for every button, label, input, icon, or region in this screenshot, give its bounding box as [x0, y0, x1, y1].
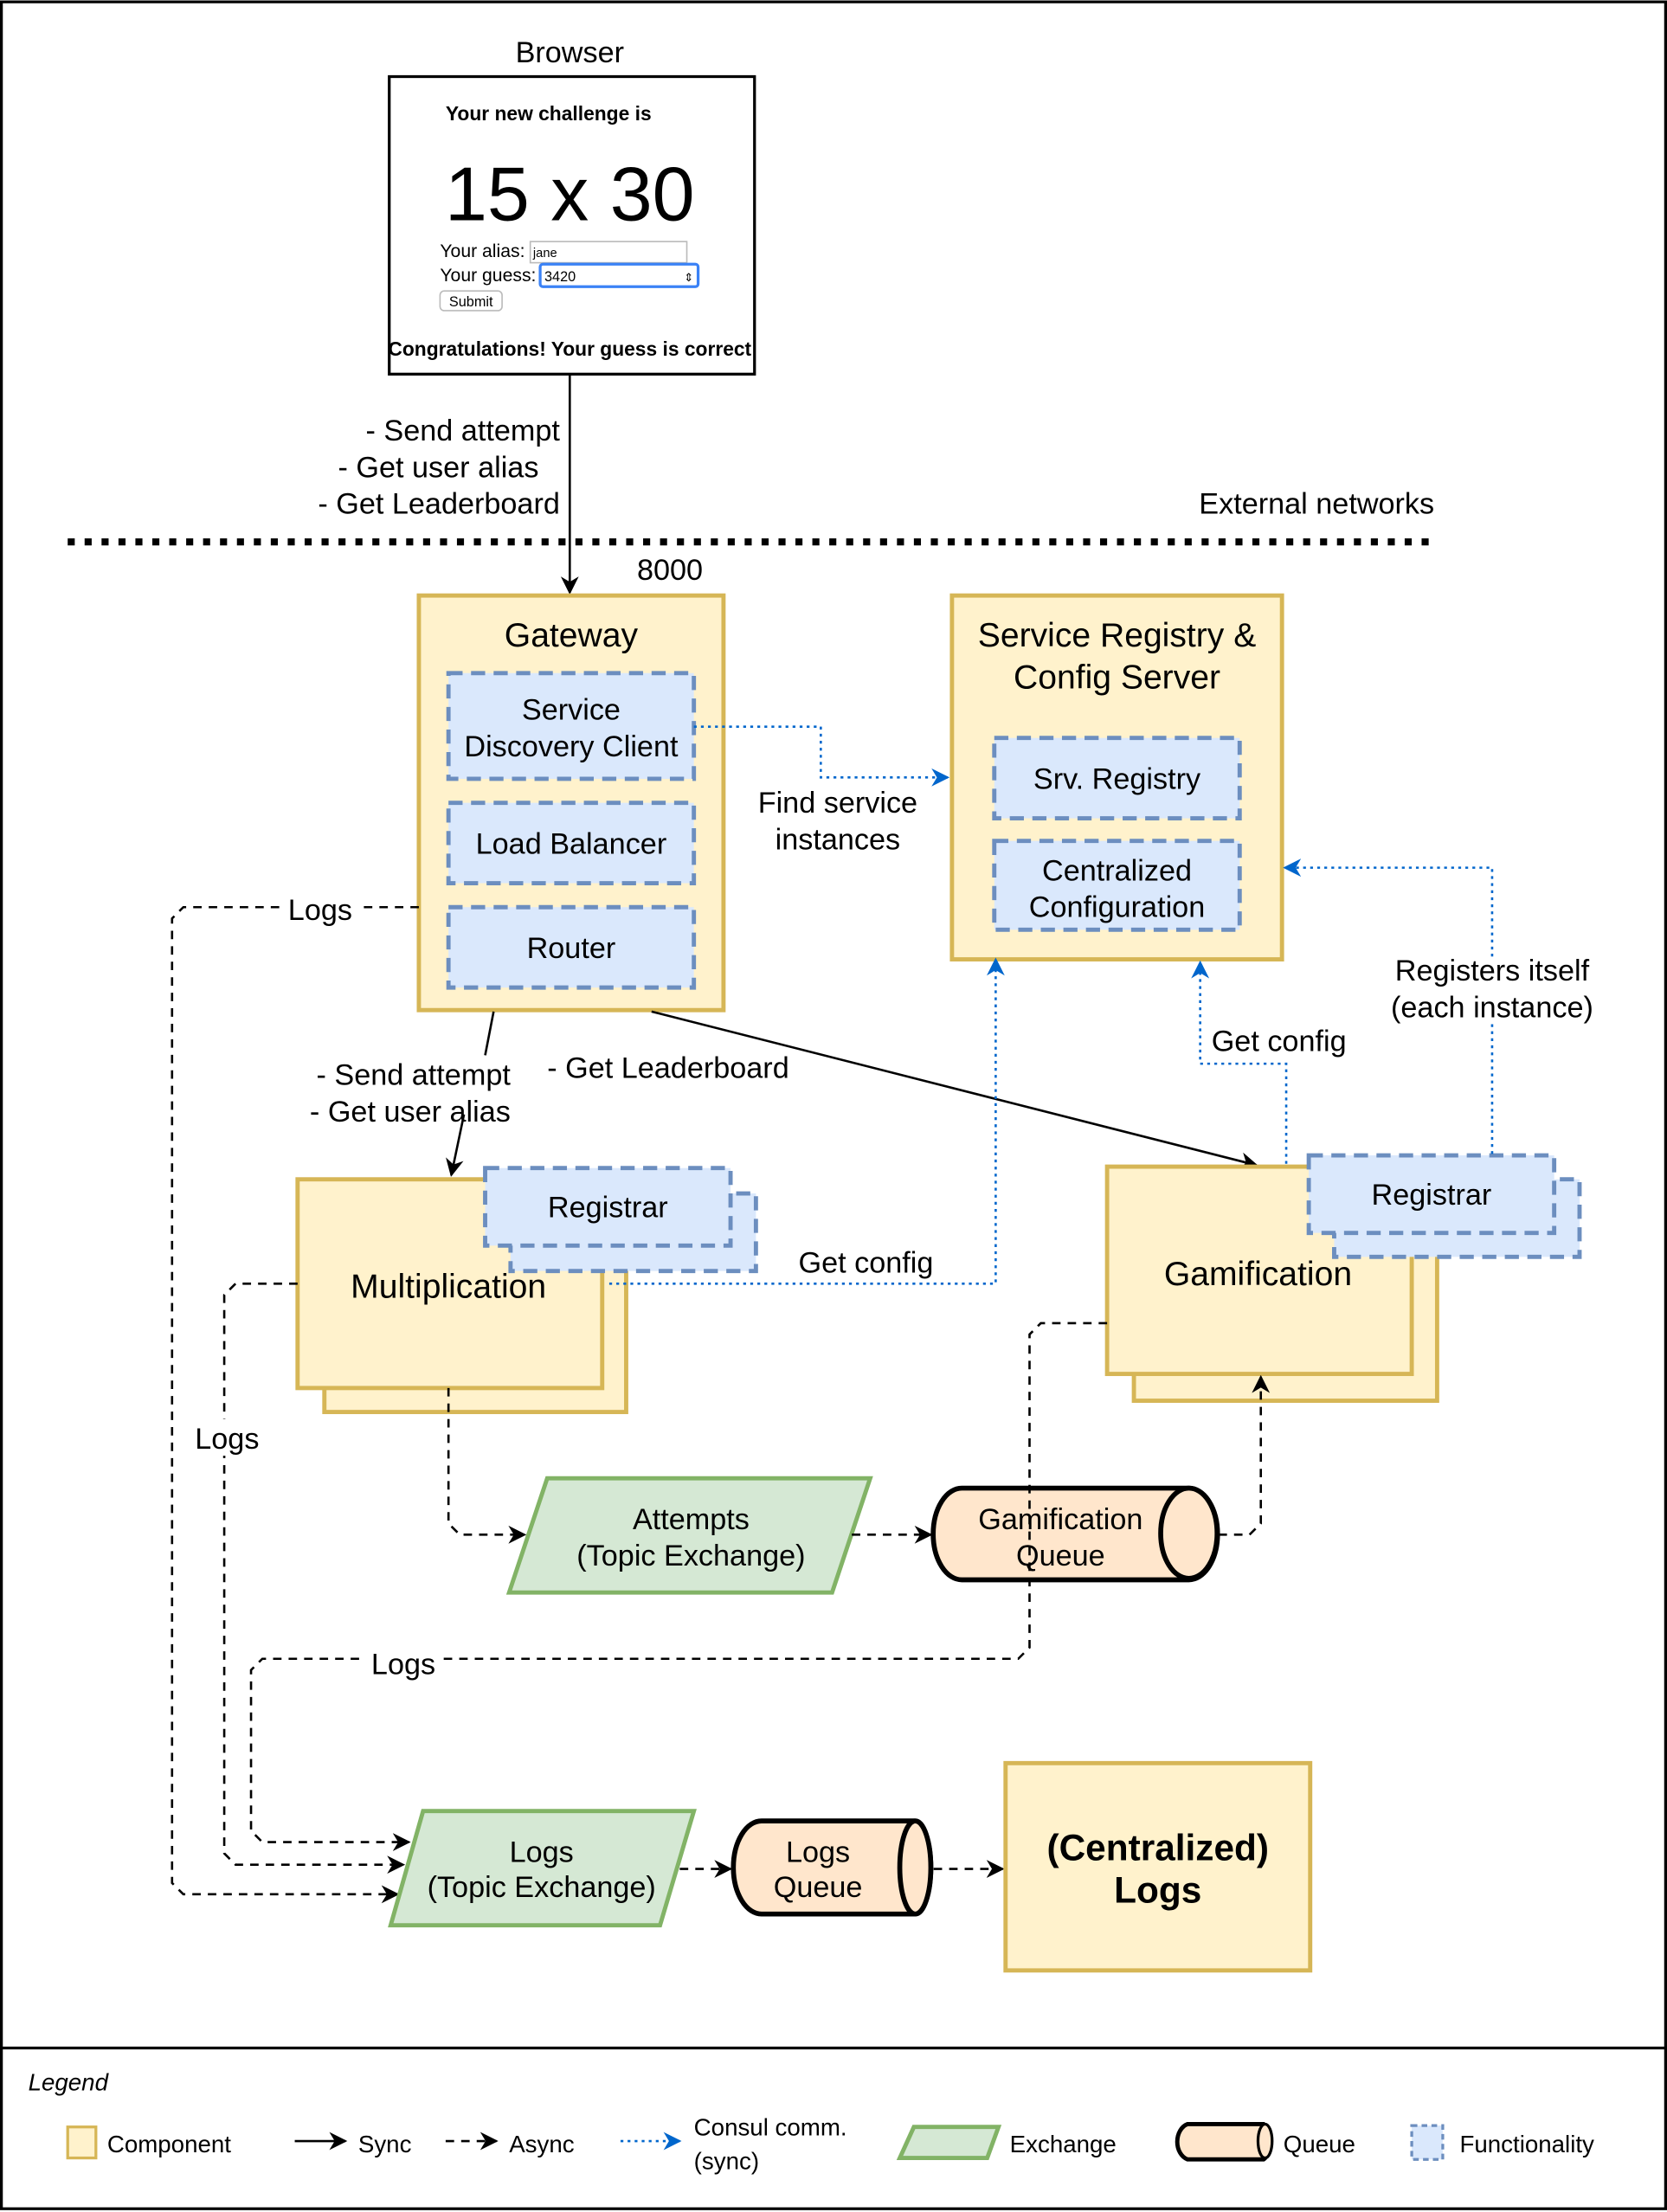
service-discovery-label-2: Discovery Client: [464, 730, 679, 763]
central-config-label-1: Centralized: [1042, 854, 1192, 887]
attempts-label-1: Attempts: [633, 1503, 750, 1536]
guess-label: Your guess:: [440, 266, 536, 286]
edge-find-service: [693, 725, 950, 787]
legend-exchange-swatch: [896, 2125, 1002, 2161]
router-label: Router: [527, 932, 616, 965]
gamification-queue-label-1: Gamification: [978, 1503, 1142, 1536]
result-message: Congratulations! Your guess is correct: [388, 338, 751, 360]
submit-button-label: Submit: [449, 294, 493, 310]
challenge-value: 15 x 30: [445, 151, 695, 237]
registers-label-1: Registers itself: [1395, 955, 1590, 987]
port-label: 8000: [637, 554, 703, 587]
central-logs-label-2: Logs: [1114, 1870, 1201, 1911]
legend-functionality-swatch: [1410, 2124, 1445, 2161]
edge-label-leaderboard: - Get Leaderboard: [547, 1051, 789, 1084]
gateway-logs-label: Logs: [288, 894, 352, 927]
legend-consul-1: Consul comm.: [694, 2113, 847, 2140]
guess-value: 3420: [544, 269, 576, 285]
load-balancer-label: Load Balancer: [476, 827, 667, 860]
edge-label-browser-1: - Send attempt: [366, 415, 561, 447]
mult-get-config-label: Get config: [799, 1246, 934, 1279]
registry-title-2: Config Server: [1014, 659, 1220, 697]
legend: Legend Component Sync Async Consul comm.…: [29, 2068, 1594, 2174]
multiplication-title: Multiplication: [351, 1269, 546, 1306]
mult-registrar-label: Registrar: [548, 1192, 668, 1225]
logs-queue-label-1: Logs: [786, 1836, 850, 1868]
logs-queue-label-2: Queue: [774, 1871, 863, 1904]
service-discovery-label-1: Service: [522, 694, 621, 727]
legend-queue: Queue: [1284, 2131, 1355, 2157]
srv-registry-label: Srv. Registry: [1033, 762, 1201, 795]
external-networks-label: External networks: [1199, 488, 1434, 521]
guess-stepper-icon[interactable]: ⇕: [684, 271, 693, 284]
find-service-label-2: instances: [776, 823, 900, 856]
logs-exchange-label-2: (Topic Exchange): [428, 1871, 656, 1904]
registers-label-2: (each instance): [1391, 991, 1593, 1024]
legend-title: Legend: [29, 2068, 110, 2095]
central-config-label-2: Configuration: [1029, 891, 1205, 924]
architecture-diagram: Browser Your new challenge is 15 x 30 Yo…: [0, 0, 1667, 2210]
find-service-label-1: Find service: [758, 787, 917, 820]
edge-label-mult-2: - Get user alias: [310, 1096, 511, 1129]
gateway-title: Gateway: [505, 617, 639, 654]
legend-sync: Sync: [358, 2131, 412, 2157]
legend-async: Async: [509, 2131, 575, 2157]
legend-exchange: Exchange: [1010, 2131, 1117, 2157]
legend-component: Component: [107, 2131, 231, 2157]
alias-label: Your alias:: [440, 241, 525, 261]
gamification-title: Gamification: [1164, 1256, 1352, 1293]
edge-label-browser-2: - Get user alias: [338, 451, 539, 484]
edge-label-mult-1: - Send attempt: [317, 1059, 512, 1092]
central-logs-label-1: (Centralized): [1046, 1828, 1269, 1868]
legend-consul-2: (sync): [694, 2148, 759, 2175]
edge-gam-get-config: [1191, 960, 1288, 1164]
browser-window: Your new challenge is 15 x 30 Your alias…: [388, 74, 756, 376]
legend-functionality: Functionality: [1459, 2131, 1594, 2157]
alias-value: jane: [532, 247, 557, 260]
edge-gateway-gamification: [651, 1010, 1258, 1170]
gam-logs-label: Logs: [371, 1649, 435, 1682]
edge-gateway-mult-a: [484, 1011, 495, 1056]
gam-registrar-label: Registrar: [1372, 1179, 1492, 1212]
registry-title-1: Service Registry &: [978, 617, 1257, 654]
gam-get-config-label: Get config: [1212, 1025, 1347, 1058]
attempts-label-2: (Topic Exchange): [576, 1540, 805, 1572]
edge-label-browser-3: - Get Leaderboard: [318, 488, 560, 521]
legend-queue-swatch: [1175, 2122, 1274, 2162]
edge-registers-itself-top: [1283, 858, 1494, 957]
challenge-heading: Your new challenge is: [446, 102, 652, 125]
logs-exchange-label-1: Logs: [510, 1836, 574, 1868]
browser-label: Browser: [516, 36, 624, 69]
legend-component-swatch: [66, 2125, 98, 2160]
mult-logs-label: Logs: [195, 1423, 259, 1456]
